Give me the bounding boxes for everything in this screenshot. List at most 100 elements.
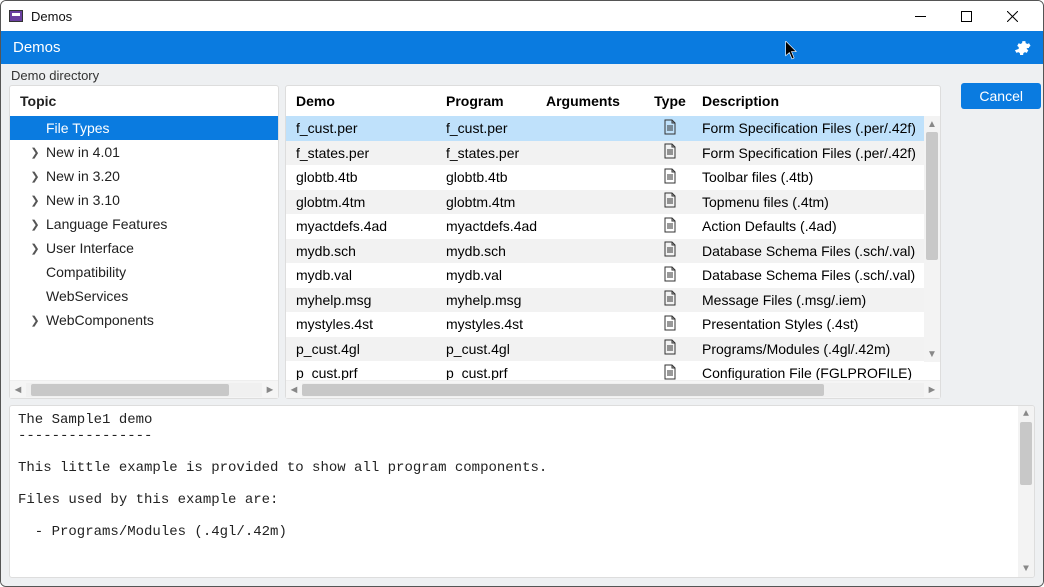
table-row[interactable]: globtb.4tbglobtb.4tbToolbar files (.4tb) (286, 165, 940, 190)
cell-description: Database Schema Files (.sch/.val) (698, 267, 940, 283)
cell-demo: mydb.val (292, 267, 442, 283)
cell-program: globtm.4tm (442, 194, 542, 210)
topic-item[interactable]: ❯Language Features (10, 212, 278, 236)
cell-program: p_cust.prf (442, 365, 542, 380)
cell-demo: myhelp.msg (292, 292, 442, 308)
topic-item[interactable]: ❯WebServices (10, 284, 278, 308)
document-icon (663, 143, 677, 159)
topic-item-label: User Interface (46, 240, 134, 256)
cell-description: Database Schema Files (.sch/.val) (698, 243, 940, 259)
cell-type (642, 119, 698, 138)
text-vscroll-thumb[interactable] (1020, 422, 1032, 485)
cell-description: Form Specification Files (.per/.42f) (698, 145, 940, 161)
table-hscrollbar[interactable]: ◄ ► (286, 380, 940, 398)
document-icon (663, 119, 677, 135)
table-vscrollbar[interactable]: ▲ ▼ (924, 116, 940, 362)
topic-hscrollbar[interactable]: ◄ ► (10, 380, 278, 398)
close-button[interactable] (989, 1, 1035, 31)
scroll-left-icon[interactable]: ◄ (286, 384, 302, 396)
minimize-button[interactable] (897, 1, 943, 31)
topic-tree[interactable]: ❯File Types ❯ New in 4.01 ❯ New in 3.20 ❯ New … (10, 116, 278, 380)
cell-program: f_cust.per (442, 120, 542, 136)
cell-description: Action Defaults (.4ad) (698, 218, 940, 234)
gear-icon[interactable] (1013, 39, 1031, 57)
topic-hscroll-thumb[interactable] (31, 384, 229, 396)
breadcrumb: Demo directory (1, 64, 1043, 85)
document-icon (663, 290, 677, 306)
cell-description: Message Files (.msg/.iem) (698, 292, 940, 308)
table-row[interactable]: p_cust.prfp_cust.prfConfiguration File (… (286, 361, 940, 380)
app-header-title: Demos (13, 39, 61, 56)
cell-program: p_cust.4gl (442, 341, 542, 357)
table-row[interactable]: mystyles.4stmystyles.4stPresentation Sty… (286, 312, 940, 337)
topic-item-label: New in 3.10 (46, 192, 120, 208)
scroll-left-icon[interactable]: ◄ (10, 384, 26, 396)
table-hscroll-thumb[interactable] (302, 384, 824, 396)
topic-item-label: New in 3.20 (46, 168, 120, 184)
scroll-up-icon[interactable]: ▲ (924, 116, 940, 132)
document-icon (663, 241, 677, 257)
chevron-right-icon: ❯ (28, 314, 42, 327)
th-demo[interactable]: Demo (292, 93, 442, 109)
th-type[interactable]: Type (642, 93, 698, 109)
scroll-up-icon[interactable]: ▲ (1018, 406, 1034, 422)
cell-description: Form Specification Files (.per/.42f) (698, 120, 940, 136)
th-description[interactable]: Description (698, 93, 940, 109)
cell-type (642, 143, 698, 162)
table-row[interactable]: myhelp.msgmyhelp.msg Message Files (.msg/… (286, 288, 940, 313)
scroll-right-icon[interactable]: ► (262, 384, 278, 396)
description-textarea[interactable]: The Sample1 demo ---------------- This l… (9, 405, 1035, 578)
cell-description: Topmenu files (.4tm) (698, 194, 940, 210)
cell-type (642, 339, 698, 358)
table-row[interactable]: p_cust.4glp_cust.4glPrograms/Modules (.4… (286, 337, 940, 362)
cell-program: mystyles.4st (442, 316, 542, 332)
cell-type (642, 364, 698, 380)
table-row[interactable]: f_cust.perf_cust.per Form Specification F… (286, 116, 940, 141)
maximize-button[interactable] (943, 1, 989, 31)
topic-item-label: New in 4.01 (46, 144, 120, 160)
topic-item[interactable]: ❯ New in 3.10 (10, 188, 278, 212)
cell-type (642, 168, 698, 187)
cancel-button[interactable]: Cancel (961, 83, 1041, 109)
topic-item-label: Language Features (46, 216, 167, 232)
cell-type (642, 266, 698, 285)
app-icon (9, 10, 23, 22)
window-title: Demos (31, 9, 72, 24)
table-row[interactable]: f_states.perf_states.perForm Specificati… (286, 141, 940, 166)
scroll-down-icon[interactable]: ▼ (924, 346, 940, 362)
topic-item[interactable]: ❯Compatibility (10, 260, 278, 284)
app-header: Demos (1, 31, 1043, 64)
table-row[interactable]: mydb.schmydb.schDatabase Schema Files (.… (286, 239, 940, 264)
cell-description: Presentation Styles (.4st) (698, 316, 940, 332)
chevron-right-icon: ❯ (28, 194, 42, 207)
cell-program: myactdefs.4ad (442, 218, 542, 234)
topic-item[interactable]: ❯ New in 4.01 (10, 140, 278, 164)
topic-item[interactable]: ❯ New in 3.20 (10, 164, 278, 188)
th-program[interactable]: Program (442, 93, 542, 109)
cell-demo: globtm.4tm (292, 194, 442, 210)
demo-table-panel: Demo Program Arguments Type Description … (285, 85, 941, 399)
table-vscroll-thumb[interactable] (926, 132, 938, 260)
document-icon (663, 315, 677, 331)
chevron-right-icon: ❯ (28, 170, 42, 183)
topic-item-label: WebServices (46, 288, 128, 304)
scroll-down-icon[interactable]: ▼ (1018, 561, 1034, 577)
topic-item[interactable]: ❯ WebComponents (10, 308, 278, 332)
topic-item-label: WebComponents (46, 312, 154, 328)
table-row[interactable]: globtm.4tmglobtm.4tm Topmenu files (.4tm) (286, 190, 940, 215)
table-body[interactable]: f_cust.perf_cust.per Form Specification F… (286, 116, 940, 380)
text-vscrollbar[interactable]: ▲▼ (1018, 406, 1034, 577)
cell-demo: f_cust.per (292, 120, 442, 136)
topic-panel: Topic ❯File Types❯New in 4.01❯New in 3.2… (9, 85, 279, 399)
topic-item[interactable]: ❯User Interface (10, 236, 278, 260)
cell-program: myhelp.msg (442, 292, 542, 308)
cell-demo: f_states.per (292, 145, 442, 161)
th-arguments[interactable]: Arguments (542, 93, 642, 109)
table-row[interactable]: mydb.valmydb.valDatabase Schema Files (.… (286, 263, 940, 288)
table-row[interactable]: myactdefs.4admyactdefs.4adAction Default… (286, 214, 940, 239)
topic-item[interactable]: ❯File Types (10, 116, 278, 140)
description-text: The Sample1 demo ---------------- This l… (18, 412, 547, 540)
cell-demo: globtb.4tb (292, 169, 442, 185)
chevron-right-icon: ❯ (28, 146, 42, 159)
scroll-right-icon[interactable]: ► (924, 384, 940, 396)
